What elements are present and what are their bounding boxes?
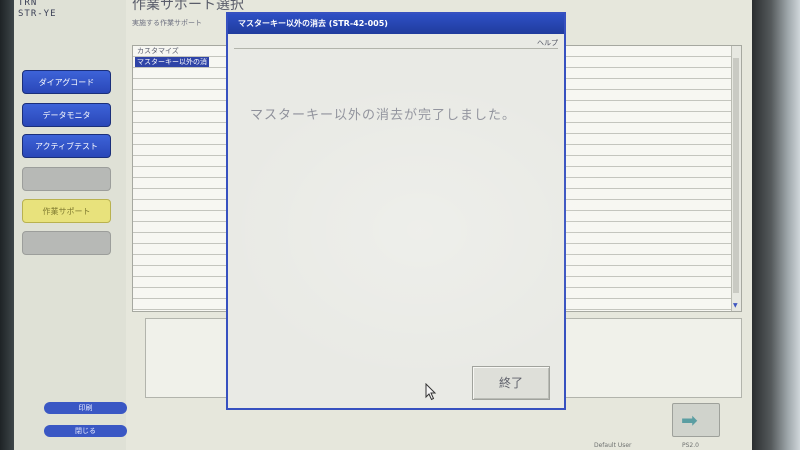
sidebar-button-disabled-2 — [22, 231, 111, 255]
monitor-bezel-right — [752, 0, 800, 450]
vehicle-id-2: STR-YE — [18, 9, 57, 19]
app-screen: TRN STR-YE ダイアグコード データモニタ アクティブテスト 作業サポー… — [14, 0, 752, 450]
dialog-divider — [234, 48, 558, 49]
sidebar-button-active-test[interactable]: アクティブテスト — [22, 134, 111, 158]
scroll-down-icon[interactable]: ▼ — [733, 302, 738, 309]
list-item[interactable]: カスタマイズ — [135, 46, 181, 56]
next-button[interactable]: ➡ — [672, 403, 720, 437]
sidebar-button-work-support[interactable]: 作業サポート — [22, 199, 111, 223]
end-button[interactable]: 終了 — [472, 366, 550, 400]
arrow-right-icon: ➡ — [681, 408, 698, 432]
vehicle-ids: TRN STR-YE — [18, 0, 57, 20]
vehicle-id-1: TRN — [18, 0, 38, 8]
page-subtitle: 実施する作業サポート — [132, 19, 202, 27]
sidebar-button-diag-code[interactable]: ダイアグコード — [22, 70, 111, 94]
dialog-title: マスターキー以外の消去 (STR-42-005) — [228, 14, 564, 34]
monitor-bezel-left — [0, 0, 14, 450]
list-item-selected[interactable]: マスターキー以外の消 — [135, 57, 209, 67]
list-scrollbar[interactable]: ▼ — [731, 46, 741, 311]
sidebar: TRN STR-YE ダイアグコード データモニタ アクティブテスト 作業サポー… — [14, 0, 127, 450]
close-button[interactable]: 閉じる — [44, 425, 127, 437]
sidebar-button-data-monitor[interactable]: データモニタ — [22, 103, 111, 127]
scrollbar-thumb[interactable] — [733, 58, 739, 293]
sidebar-button-disabled-1 — [22, 167, 111, 191]
mouse-pointer-icon — [425, 383, 437, 401]
help-link[interactable]: ヘルプ — [537, 38, 558, 48]
erase-keys-dialog: マスターキー以外の消去 (STR-42-005) ヘルプ マスターキー以外の消去… — [226, 12, 566, 410]
print-button[interactable]: 印刷 — [44, 402, 127, 414]
completion-message: マスターキー以外の消去が完了しました。 — [250, 108, 517, 123]
status-user: Default User — [594, 442, 632, 449]
status-version: PS2.0 — [682, 442, 699, 449]
